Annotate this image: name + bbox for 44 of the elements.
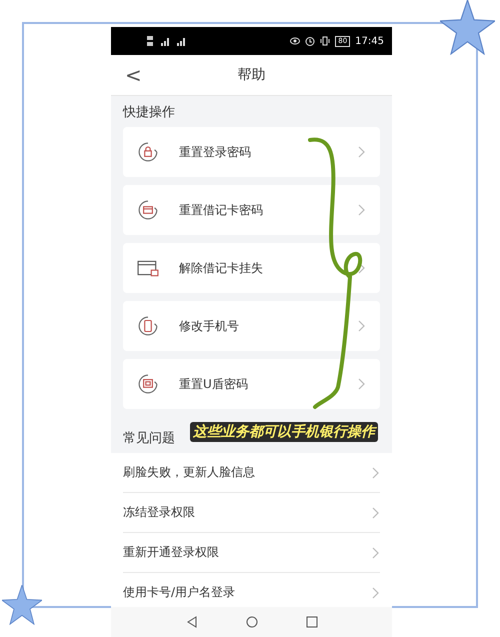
phone-icon bbox=[137, 315, 159, 337]
alarm-icon bbox=[305, 36, 316, 46]
action-label: 解除借记卡挂失 bbox=[179, 260, 264, 276]
chevron-icon bbox=[358, 204, 366, 216]
section-title: 常见问题 bbox=[122, 430, 176, 448]
vibrate-icon bbox=[320, 36, 330, 46]
faq-label: 使用卡号/用户名登录 bbox=[123, 584, 236, 601]
card-icon bbox=[137, 199, 159, 221]
clock-time: 17:45 bbox=[355, 36, 384, 46]
faq-item[interactable]: 冻结登录权限 bbox=[123, 493, 380, 533]
chevron-icon bbox=[358, 378, 366, 390]
chevron-icon bbox=[372, 586, 380, 598]
action-label: 重置登录密码 bbox=[179, 144, 252, 160]
action-card[interactable]: 修改手机号 bbox=[123, 301, 380, 351]
star-icon bbox=[2, 585, 42, 625]
chevron-icon bbox=[358, 262, 366, 274]
recent-apps-icon[interactable] bbox=[306, 616, 318, 628]
faq-label: 刷脸失败，更新人脸信息 bbox=[123, 464, 256, 481]
action-card[interactable]: 解除借记卡挂失 bbox=[123, 243, 380, 293]
chevron-icon bbox=[372, 506, 380, 518]
caption-text: 这些业务都可以手机银行操作 bbox=[190, 422, 378, 442]
faq-label: 重新开通登录权限 bbox=[123, 544, 220, 561]
chevron-icon bbox=[358, 320, 366, 332]
back-icon[interactable] bbox=[186, 616, 198, 628]
action-card[interactable]: 重置登录密码 bbox=[123, 127, 380, 177]
chevron-icon bbox=[372, 466, 380, 478]
section-title: 快捷操作 bbox=[122, 104, 176, 122]
faq-item[interactable]: 刷脸失败，更新人脸信息 bbox=[123, 453, 380, 493]
lock-icon bbox=[137, 141, 159, 163]
chevron-icon bbox=[372, 546, 380, 558]
action-label: 重置U盾密码 bbox=[179, 376, 249, 392]
action-label: 重置借记卡密码 bbox=[179, 202, 264, 218]
eye-icon bbox=[290, 36, 300, 46]
faq-label: 冻结登录权限 bbox=[123, 504, 196, 521]
usb-key-icon bbox=[137, 373, 159, 395]
home-icon[interactable] bbox=[246, 616, 258, 628]
chevron-icon bbox=[358, 146, 366, 158]
action-card[interactable]: 重置U盾密码 bbox=[123, 359, 380, 409]
star-icon bbox=[440, 0, 495, 55]
back-button[interactable]: < bbox=[121, 63, 146, 87]
action-label: 修改手机号 bbox=[179, 318, 240, 334]
faq-item[interactable]: 重新开通登录权限 bbox=[123, 533, 380, 573]
action-card[interactable]: 重置借记卡密码 bbox=[123, 185, 380, 235]
page-title: 帮助 bbox=[238, 66, 266, 84]
